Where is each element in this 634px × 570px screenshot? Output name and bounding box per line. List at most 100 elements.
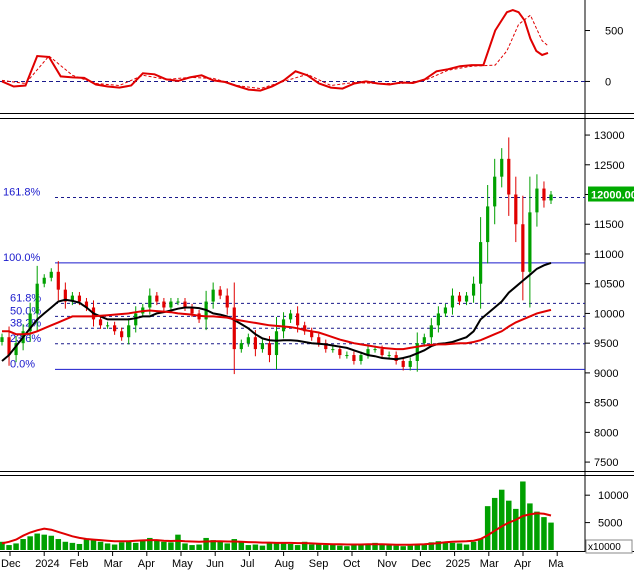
candle-body	[387, 355, 391, 357]
candle-body	[162, 301, 166, 308]
volume-bar	[287, 543, 294, 550]
candle-body	[120, 331, 124, 338]
volume-bar	[548, 522, 554, 550]
volume-bar	[217, 541, 223, 550]
price-panel: 7500 8000 8500 9000 9500 10000 10500 11000 11500…	[0, 130, 625, 469]
volume-bar	[456, 543, 463, 550]
fib-label: 0.0%	[10, 358, 35, 370]
volume-bar	[344, 546, 350, 550]
price-tick-label: 12500	[594, 160, 625, 172]
volume-bar	[259, 545, 266, 550]
volume-bar	[498, 489, 505, 550]
indicator-panel: 0 500	[0, 9, 623, 92]
candle-body	[253, 337, 257, 350]
volume-bar	[13, 543, 19, 550]
candle-body	[380, 349, 384, 356]
price-tick-label: 7500	[594, 457, 618, 469]
volume-bar	[34, 533, 40, 550]
volume-bar	[111, 544, 118, 550]
volume-bar	[245, 545, 252, 550]
candle-body	[169, 301, 173, 308]
candle-body	[296, 313, 300, 326]
x-tick-label: Ma	[548, 558, 564, 570]
candle-body	[471, 283, 476, 296]
volume-bar	[534, 511, 540, 550]
x-tick-label: May	[172, 558, 193, 570]
candle-body	[281, 319, 286, 332]
candle-body	[148, 295, 152, 308]
price-tick-label: 9000	[594, 368, 618, 380]
candle-body	[359, 355, 363, 361]
volume-bar	[323, 545, 329, 550]
candle-body	[288, 313, 293, 320]
price-tick-label: 11500	[594, 219, 624, 231]
candle-body	[521, 224, 525, 272]
candle-body	[225, 295, 229, 308]
volume-bar	[97, 541, 104, 550]
fib-label: 100.0%	[3, 252, 41, 264]
volume-bar	[125, 541, 132, 550]
volume-bar	[379, 544, 385, 550]
volume-bar	[527, 503, 533, 550]
volume-bar	[104, 543, 111, 550]
candle-body	[211, 289, 215, 302]
candle-body	[401, 361, 405, 367]
volume-panel: 5000 10000	[0, 481, 629, 550]
volume-bar	[154, 540, 160, 550]
price-tick-label: 13000	[594, 130, 625, 142]
candle-body	[429, 325, 433, 338]
candle-body	[77, 295, 82, 302]
x-tick-label: Jun	[206, 558, 224, 570]
price-tick-label: 9500	[594, 338, 618, 350]
x-tick-label: Nov	[377, 558, 397, 570]
last-price-tag: 12000.00	[591, 190, 634, 202]
candle-body	[218, 289, 222, 296]
price-tick-label: 10500	[594, 279, 625, 291]
candle-body	[408, 361, 412, 367]
x-tick-label: Mar	[104, 558, 123, 570]
candle-body	[486, 206, 490, 243]
volume-bar	[69, 542, 76, 550]
candle-body	[127, 325, 131, 338]
volume-bar	[161, 541, 167, 550]
volume-bar	[224, 543, 230, 550]
volume-bar	[203, 537, 209, 550]
candle-body	[373, 349, 377, 351]
candle-body	[436, 313, 440, 326]
candle-body	[0, 337, 4, 342]
price-tick-label: 11000	[594, 249, 624, 261]
volume-bar	[463, 544, 470, 550]
x-tick-label: Sep	[309, 558, 329, 570]
price-tick-label: 8500	[594, 398, 618, 410]
candle-body	[345, 355, 349, 357]
candle-body	[507, 158, 511, 195]
candle-body	[500, 158, 504, 177]
volume-bar	[393, 545, 399, 550]
volume-bar	[83, 539, 90, 550]
volume-bar	[484, 506, 491, 550]
volume-bar	[273, 543, 280, 550]
candle-body	[155, 295, 159, 302]
candle-body	[274, 331, 279, 356]
x-tick-label: Oct	[343, 558, 360, 570]
candle-body	[239, 343, 243, 350]
candle-body	[338, 349, 342, 356]
volume-bar	[182, 543, 188, 550]
volume-bar	[407, 545, 413, 550]
volume-bar	[48, 535, 55, 550]
volume-bar	[62, 541, 69, 550]
candle-body	[246, 337, 250, 344]
candle-body	[35, 283, 39, 314]
candle-body	[317, 337, 321, 344]
price-tick-label: 8000	[594, 427, 618, 439]
fib-label: 161.8%	[3, 186, 41, 198]
candle-body	[267, 343, 272, 356]
volume-tick-label: 10000	[598, 490, 629, 502]
volume-bar	[118, 542, 125, 550]
volume-bar	[308, 544, 315, 550]
volume-bar	[280, 542, 287, 550]
stock-chart: 0 500 7500 8000 8500 9000 9500 10000 10500 11000…	[0, 0, 634, 570]
volume-bar	[252, 544, 259, 550]
volume-bar	[506, 500, 512, 550]
price-tick-label: 10000	[594, 308, 625, 320]
